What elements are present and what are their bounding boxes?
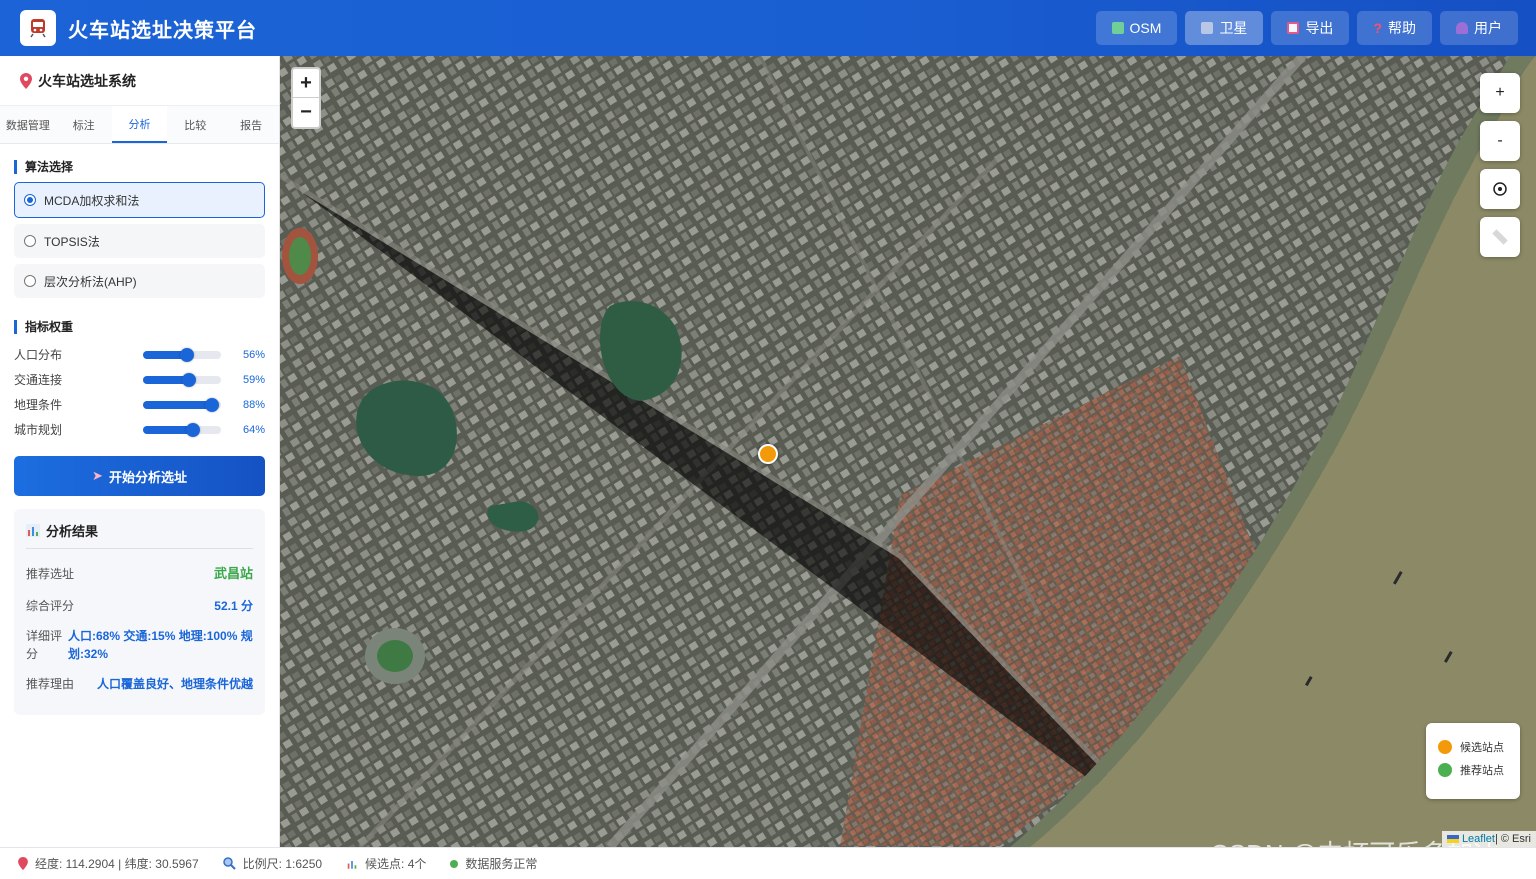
weight-label: 地理条件: [14, 398, 63, 412]
slider-handle[interactable]: [185, 422, 200, 437]
tab-data-management[interactable]: 数据管理: [0, 106, 56, 143]
zoom-out-button[interactable]: −: [293, 98, 319, 127]
satellite-icon: [1201, 22, 1214, 34]
result-label: 详细评分: [26, 629, 63, 661]
weight-label: 城市规划: [14, 423, 63, 437]
measure-button[interactable]: [1480, 217, 1520, 257]
analysis-result-panel: 分析结果 推荐选址 武昌站 综合评分 52.1 分 详细评分 人口:68% 交通…: [14, 509, 265, 715]
slider-handle[interactable]: [204, 397, 219, 412]
satellite-imagery: [280, 56, 1536, 847]
map-zoom-in-button[interactable]: +: [1480, 73, 1520, 113]
leaflet-link[interactable]: Leaflet: [1462, 833, 1495, 845]
legend-item-recommended: 推荐站点: [1438, 758, 1520, 781]
legend-item-candidate: 候选站点: [1438, 735, 1520, 758]
status-ok-dot: [450, 859, 459, 868]
weight-value: 56%: [242, 348, 265, 361]
app-header: 火车站选址决策平台 OSM 卫星 导出 ? 帮助 用户: [0, 0, 1536, 56]
user-icon: [1456, 22, 1468, 34]
map-icon: [1111, 22, 1124, 34]
tab-analysis[interactable]: 分析: [111, 106, 168, 143]
osm-button[interactable]: OSM: [1095, 11, 1178, 45]
magnifier-icon: [222, 857, 236, 870]
radio-empty-icon: [24, 275, 36, 287]
help-button[interactable]: ? 帮助: [1357, 11, 1432, 45]
algorithm-option-ahp[interactable]: 层次分析法(AHP): [14, 264, 265, 298]
sidebar: 火车站选址系统 数据管理 标注 分析 比较 报告 算法选择 MCDA加权求和法 …: [0, 56, 280, 847]
map-legend: 候选站点 推荐站点: [1426, 723, 1520, 799]
tab-report[interactable]: 报告: [223, 106, 279, 143]
help-icon: ?: [1373, 20, 1382, 36]
planning-weight-slider[interactable]: [143, 422, 221, 437]
algorithm-section-title: 算法选择: [14, 160, 265, 174]
weight-value: 59%: [242, 373, 265, 386]
train-logo-icon: [20, 10, 56, 46]
weight-row-planning: 城市规划 64%: [14, 417, 265, 442]
population-weight-slider[interactable]: [143, 347, 221, 362]
ukraine-flag-icon: [1446, 835, 1459, 843]
rocket-icon: ➤: [92, 468, 103, 483]
overall-score: 52.1 分: [214, 599, 253, 613]
result-recommend-row: 推荐选址 武昌站: [26, 565, 253, 583]
result-title: 分析结果: [26, 521, 253, 549]
status-coordinates: 经度: 114.2904 | 纬度: 30.5967: [18, 855, 199, 872]
result-detail-row: 详细评分 人口:68% 交通:15% 地理:100% 规划:32%: [26, 627, 253, 663]
user-button[interactable]: 用户: [1440, 11, 1518, 45]
satellite-map[interactable]: + − + - 候选站点 推荐站点 CSDN @中杯可乐多加冰 Leaflet …: [280, 56, 1536, 847]
slider-handle[interactable]: [179, 347, 194, 362]
leaflet-zoom-control: + −: [291, 67, 321, 129]
status-bar: 经度: 114.2904 | 纬度: 30.5967 比例尺: 1:6250 候…: [0, 847, 1536, 879]
tab-annotate[interactable]: 标注: [56, 106, 112, 143]
location-pin-icon: [18, 857, 28, 870]
algorithm-option-topsis[interactable]: TOPSIS法: [14, 224, 265, 258]
result-label: 推荐选址: [26, 567, 75, 581]
map-attribution: Leaflet | © Esri: [1441, 831, 1536, 847]
zoom-in-button[interactable]: +: [293, 69, 319, 98]
status-service: 数据服务正常: [450, 855, 537, 872]
satellite-button[interactable]: 卫星: [1185, 11, 1264, 45]
sidebar-tabs: 数据管理 标注 分析 比较 报告: [0, 106, 279, 144]
algorithm-option-mcda[interactable]: MCDA加权求和法: [14, 182, 265, 218]
legend-dot: [1438, 762, 1452, 777]
status-candidates: 候选点: 4个: [346, 855, 426, 872]
weight-row-geography: 地理条件 88%: [14, 392, 265, 417]
result-reason-row: 推荐理由 人口覆盖良好、地理条件优越: [26, 675, 253, 693]
bar-chart-icon: [347, 860, 357, 869]
result-label: 综合评分: [26, 599, 75, 613]
locate-icon: [1493, 182, 1507, 196]
weights-section-title: 指标权重: [14, 320, 265, 334]
geography-weight-slider[interactable]: [143, 397, 221, 412]
candidate-station-marker[interactable]: [758, 444, 778, 464]
sidebar-header: 火车站选址系统: [0, 56, 279, 106]
map-zoom-out-button[interactable]: -: [1480, 121, 1520, 161]
radio-selected-icon: [24, 194, 36, 206]
start-analysis-button[interactable]: ➤ 开始分析选址: [14, 456, 265, 496]
weight-value: 88%: [242, 398, 265, 411]
bar-chart-icon: [26, 524, 40, 537]
weight-value: 64%: [242, 423, 265, 436]
slider-handle[interactable]: [182, 372, 197, 387]
recommended-station: 武昌站: [213, 566, 253, 581]
result-label: 推荐理由: [26, 677, 75, 691]
weight-label: 交通连接: [14, 373, 63, 387]
app-title: 火车站选址决策平台: [68, 19, 257, 42]
export-button[interactable]: 导出: [1271, 11, 1350, 45]
weight-row-traffic: 交通连接 59%: [14, 367, 265, 392]
detail-scores: 人口:68% 交通:15% 地理:100% 规划:32%: [68, 629, 253, 661]
sidebar-title: 火车站选址系统: [38, 72, 136, 89]
locate-button[interactable]: [1480, 169, 1520, 209]
export-icon: [1287, 22, 1300, 34]
ruler-icon: [1492, 229, 1508, 245]
legend-dot: [1438, 739, 1452, 754]
result-score-row: 综合评分 52.1 分: [26, 597, 253, 615]
status-scale: 比例尺: 1:6250: [222, 855, 322, 872]
weight-label: 人口分布: [14, 348, 63, 362]
recommend-reason: 人口覆盖良好、地理条件优越: [96, 677, 253, 691]
weight-row-population: 人口分布 56%: [14, 342, 265, 367]
traffic-weight-slider[interactable]: [143, 372, 221, 387]
radio-empty-icon: [24, 235, 36, 247]
tab-compare[interactable]: 比较: [167, 106, 223, 143]
location-pin-icon: [20, 72, 32, 89]
